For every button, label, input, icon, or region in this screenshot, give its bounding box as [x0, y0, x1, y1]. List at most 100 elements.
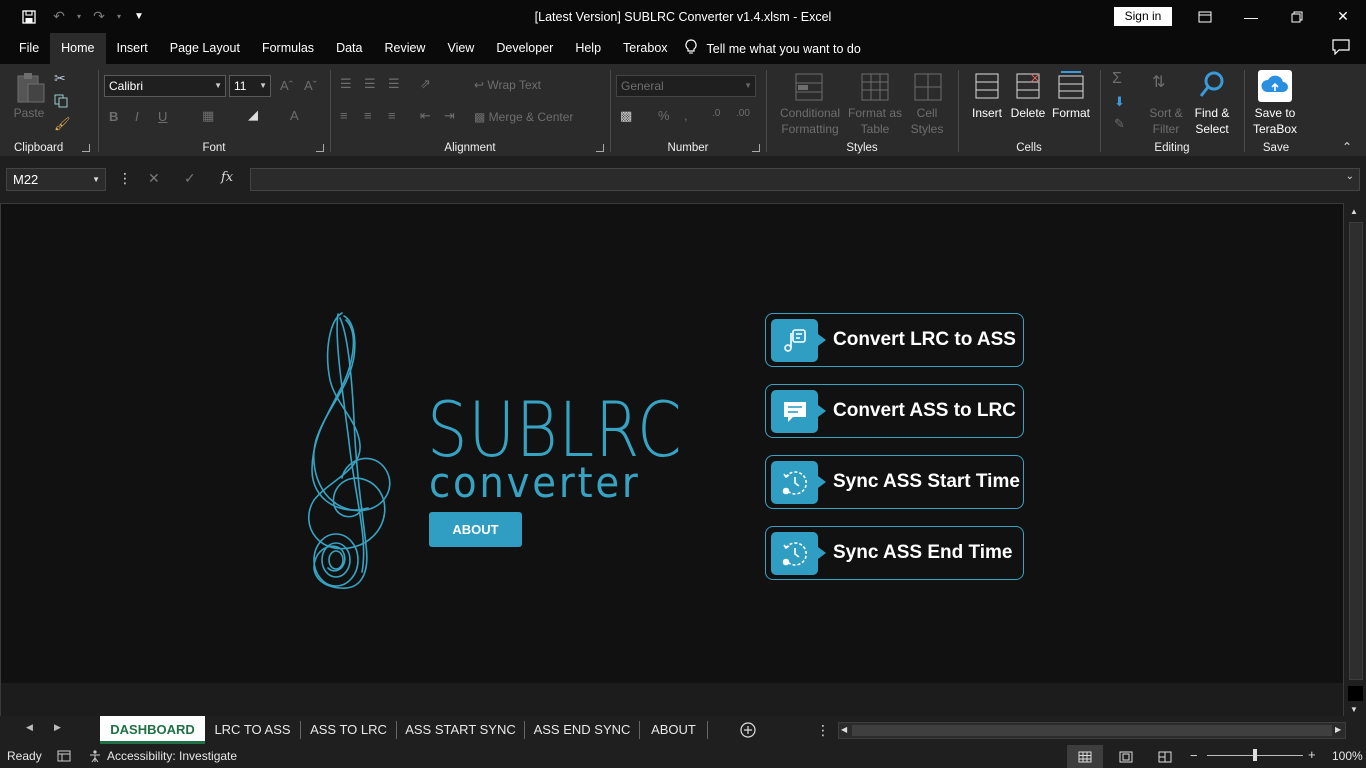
comma-style-icon[interactable]: , [684, 108, 688, 123]
tab-insert[interactable]: Insert [106, 33, 159, 64]
undo-dropdown-icon[interactable]: ▾ [74, 0, 84, 33]
align-left-icon[interactable]: ≡ [340, 108, 348, 123]
collapse-ribbon-icon[interactable]: ⌃ [1342, 140, 1352, 154]
delete-cells-icon[interactable] [1015, 72, 1041, 103]
number-format-select[interactable]: General ▼ [616, 75, 756, 97]
bold-icon[interactable]: B [109, 109, 118, 124]
format-cells-icon[interactable] [1057, 70, 1085, 103]
format-painter-icon[interactable]: 🖌 [54, 116, 71, 132]
paste-icon[interactable] [14, 72, 46, 107]
decrease-decimal-icon[interactable]: .00 [736, 108, 750, 119]
tab-view[interactable]: View [436, 33, 485, 64]
close-icon[interactable]: ✕ [1320, 0, 1366, 33]
cell-styles-icon[interactable] [913, 72, 943, 105]
expand-formula-bar-icon[interactable]: ⌄ [1346, 171, 1354, 182]
sheet-tab-lrc-to-ass[interactable]: LRC TO ASS [205, 716, 300, 744]
zoom-slider-thumb[interactable] [1253, 749, 1257, 761]
font-size-select[interactable]: 11 ▼ [229, 75, 271, 97]
formula-input[interactable]: ⌄ [250, 168, 1360, 191]
underline-icon[interactable]: U [158, 109, 167, 124]
conditional-formatting-icon[interactable] [794, 72, 824, 105]
tab-formulas[interactable]: Formulas [251, 33, 325, 64]
undo-icon[interactable]: ↶ [44, 0, 74, 33]
tab-page-layout[interactable]: Page Layout [159, 33, 251, 64]
zoom-in-icon[interactable]: + [1308, 747, 1316, 762]
insert-function-icon[interactable]: fx [221, 170, 233, 185]
tab-file[interactable]: File [8, 33, 50, 64]
sheet-options-icon[interactable]: ⋮ [816, 722, 830, 739]
sheet-tab-dashboard[interactable]: DASHBOARD [100, 716, 205, 744]
accessibility-status[interactable]: Accessibility: Investigate [107, 745, 237, 768]
sync-ass-start-time-button[interactable]: Sync ASS Start Time [765, 455, 1024, 509]
insert-cells-icon[interactable] [974, 72, 1000, 103]
copy-icon[interactable] [54, 94, 70, 111]
shrink-font-icon[interactable]: Aˇ [304, 78, 317, 93]
sign-in-button[interactable]: Sign in [1114, 7, 1172, 26]
horizontal-scroll-thumb[interactable] [852, 725, 1332, 736]
number-launcher-icon[interactable] [752, 144, 760, 152]
terabox-cloud-icon[interactable] [1258, 70, 1292, 102]
increase-decimal-icon[interactable]: .0 [712, 108, 720, 119]
sheet-tab-about[interactable]: ABOUT [640, 716, 707, 744]
tab-review[interactable]: Review [373, 33, 436, 64]
accounting-format-icon[interactable]: ▩ [620, 108, 632, 124]
top-align-icon[interactable]: ☰ [340, 76, 352, 92]
cancel-entry-icon[interactable]: ✕ [148, 170, 160, 187]
orientation-icon[interactable]: ⇗ [420, 76, 431, 92]
font-color-icon[interactable]: A [290, 108, 299, 123]
scroll-right-icon[interactable]: ▶ [1335, 725, 1341, 734]
redo-icon[interactable]: ↷ [84, 0, 114, 33]
scroll-up-icon[interactable]: ▲ [1350, 207, 1358, 216]
previous-sheet-icon[interactable]: ◀ [26, 722, 33, 733]
restore-icon[interactable] [1274, 0, 1320, 33]
find-select-icon[interactable] [1198, 70, 1226, 103]
align-right-icon[interactable]: ≡ [388, 108, 396, 123]
about-button[interactable]: ABOUT [429, 512, 522, 547]
scroll-down-icon[interactable]: ▼ [1350, 705, 1358, 714]
alignment-launcher-icon[interactable] [596, 144, 604, 152]
sheet-tab-ass-to-lrc[interactable]: ASS TO LRC [301, 716, 396, 744]
sort-filter-icon[interactable]: ⇅ [1152, 72, 1165, 92]
name-box[interactable]: M22 ▼ [6, 168, 106, 191]
ribbon-display-options-icon[interactable] [1182, 0, 1228, 33]
add-sheet-icon[interactable] [740, 722, 756, 741]
tab-terabox[interactable]: Terabox [612, 33, 678, 64]
tab-help[interactable]: Help [564, 33, 612, 64]
bottom-align-icon[interactable]: ☰ [388, 76, 400, 92]
customize-toolbar-icon[interactable]: ▼ [124, 0, 154, 33]
vertical-scroll-thumb[interactable] [1349, 222, 1363, 680]
clear-icon[interactable]: ✎ [1114, 116, 1125, 132]
sheet-tab-ass-end-sync[interactable]: ASS END SYNC [525, 716, 639, 744]
font-name-select[interactable]: Calibri ▼ [104, 75, 226, 97]
more-options-icon[interactable]: ⋮ [118, 170, 132, 187]
align-center-icon[interactable]: ≡ [364, 108, 372, 123]
convert-lrc-to-ass-button[interactable]: Convert LRC to ASS [765, 313, 1024, 367]
tab-data[interactable]: Data [325, 33, 373, 64]
minimize-icon[interactable]: — [1228, 0, 1274, 33]
page-layout-view-icon[interactable] [1108, 745, 1144, 768]
wrap-text-button[interactable]: ↩ Wrap Text [474, 78, 541, 92]
increase-indent-icon[interactable]: ⇥ [444, 108, 455, 124]
zoom-out-icon[interactable]: − [1190, 748, 1198, 763]
decrease-indent-icon[interactable]: ⇤ [420, 108, 431, 124]
macro-recording-icon[interactable] [57, 749, 71, 766]
fill-icon[interactable]: ⬇ [1114, 94, 1125, 110]
tell-me-box[interactable]: Tell me what you want to do [684, 33, 861, 64]
comments-icon[interactable] [1332, 39, 1354, 57]
redo-dropdown-icon[interactable]: ▾ [114, 0, 124, 33]
italic-icon[interactable]: I [135, 109, 139, 124]
grow-font-icon[interactable]: Aˆ [280, 78, 293, 93]
normal-view-icon[interactable] [1067, 745, 1103, 768]
scroll-left-icon[interactable]: ◀ [841, 725, 847, 734]
middle-align-icon[interactable]: ☰ [364, 76, 376, 92]
tab-developer[interactable]: Developer [485, 33, 564, 64]
format-as-table-icon[interactable] [860, 72, 890, 105]
page-break-view-icon[interactable] [1147, 745, 1183, 768]
merge-center-button[interactable]: ▩ Merge & Center [474, 110, 573, 124]
borders-icon[interactable]: ▦ [202, 108, 214, 124]
sheet-tab-ass-start-sync[interactable]: ASS START SYNC [397, 716, 524, 744]
next-sheet-icon[interactable]: ▶ [54, 722, 61, 733]
accessibility-icon[interactable] [88, 749, 104, 766]
autosum-icon[interactable]: Σ [1112, 70, 1122, 88]
zoom-level[interactable]: 100% [1332, 745, 1363, 768]
